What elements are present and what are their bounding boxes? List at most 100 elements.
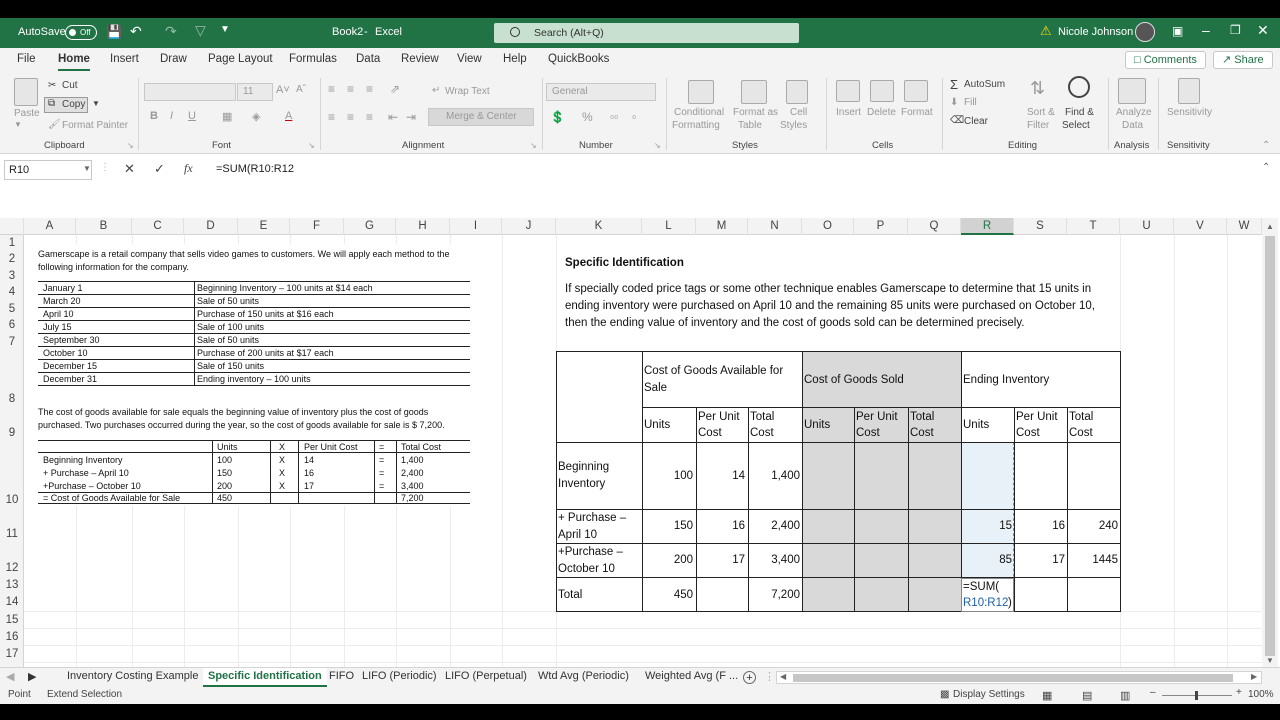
name-box-dropdown-icon[interactable]: ▼: [83, 164, 91, 173]
column-t[interactable]: T: [1067, 218, 1120, 235]
value-cell[interactable]: 200: [642, 552, 693, 568]
row-12[interactable]: 12: [0, 562, 24, 574]
delete-cells-label[interactable]: Delete: [867, 107, 896, 118]
font-size-dropdown[interactable]: 11: [237, 83, 273, 101]
zoom-in-icon[interactable]: +: [1236, 687, 1242, 698]
search-box[interactable]: Search (Alt+Q): [494, 23, 799, 43]
column-j[interactable]: J: [502, 218, 556, 235]
sort-filter-label-1[interactable]: Sort &: [1027, 107, 1055, 118]
cond-formatting-label-2[interactable]: Formatting: [672, 120, 720, 131]
insert-cells-icon[interactable]: [836, 80, 860, 102]
redo-icon[interactable]: ↷: [165, 23, 177, 40]
row-11[interactable]: 11: [0, 528, 24, 540]
value-cell[interactable]: 240: [1067, 518, 1118, 534]
value-cell[interactable]: 2,400: [748, 518, 800, 534]
find-select-icon[interactable]: [1068, 76, 1090, 98]
number-format-dropdown[interactable]: General: [546, 83, 656, 101]
row-1[interactable]: 1: [0, 237, 24, 249]
value-cell[interactable]: 450: [642, 587, 693, 603]
font-name-dropdown[interactable]: [144, 83, 236, 101]
analyze-data-icon[interactable]: [1118, 78, 1146, 104]
paste-dropdown-icon[interactable]: ▼: [14, 120, 22, 129]
percent-icon[interactable]: %: [582, 110, 593, 124]
bold-icon[interactable]: B: [150, 110, 158, 122]
tab-help[interactable]: Help: [503, 53, 527, 65]
row-8[interactable]: 8: [0, 393, 24, 405]
value-cell[interactable]: 3,400: [748, 552, 800, 568]
insert-cells-label[interactable]: Insert: [836, 107, 861, 118]
warning-icon[interactable]: ⚠: [1040, 23, 1052, 39]
row-3[interactable]: 3: [0, 270, 24, 282]
clipboard-launcher-icon[interactable]: ↘: [127, 141, 134, 150]
scroll-up-icon[interactable]: ▲: [1266, 222, 1274, 231]
ribbon-display-icon[interactable]: ▣: [1172, 24, 1183, 38]
tab-insert[interactable]: Insert: [110, 53, 139, 65]
analyze-data-label-2[interactable]: Data: [1122, 120, 1143, 131]
zoom-slider-thumb[interactable]: [1195, 691, 1198, 700]
sort-filter-icon[interactable]: ⇅: [1030, 78, 1045, 99]
font-color-icon[interactable]: A: [285, 110, 292, 122]
tab-home[interactable]: Home: [58, 53, 90, 71]
value-cell[interactable]: 7,200: [748, 587, 800, 603]
format-cells-label[interactable]: Format: [901, 107, 933, 118]
find-select-label-1[interactable]: Find &: [1065, 107, 1094, 118]
align-right-icon[interactable]: ≡: [366, 110, 373, 124]
tab-draw[interactable]: Draw: [160, 53, 187, 65]
column-f[interactable]: F: [290, 218, 344, 235]
collapse-ribbon-icon[interactable]: ⌃: [1262, 140, 1270, 151]
find-select-label-2[interactable]: Select: [1062, 120, 1090, 131]
decrease-decimal-icon[interactable]: ₀: [632, 110, 636, 121]
cell-styles-label-1[interactable]: Cell: [790, 107, 807, 118]
vertical-scrollbar[interactable]: ▲ ▼: [1262, 218, 1278, 668]
scroll-thumb[interactable]: [1265, 236, 1275, 656]
column-h[interactable]: H: [396, 218, 450, 235]
accounting-format-icon[interactable]: 💲: [550, 110, 565, 124]
sort-filter-label-2[interactable]: Filter: [1027, 120, 1049, 131]
column-c[interactable]: C: [132, 218, 184, 235]
format-table-label-1[interactable]: Format as: [733, 107, 778, 118]
sheet-tab-fifo[interactable]: FIFO: [329, 670, 354, 682]
tab-scroll-left-icon[interactable]: ◀: [6, 670, 14, 683]
format-painter-icon[interactable]: 🖌: [48, 119, 61, 130]
tab-scroll-right-icon[interactable]: ▶: [28, 670, 36, 683]
autosave-toggle[interactable]: Off: [65, 25, 97, 40]
alignment-launcher-icon[interactable]: ↘: [530, 141, 537, 150]
formula-input[interactable]: =SUM(R10:R12: [208, 160, 1258, 180]
cond-formatting-label-1[interactable]: Conditional: [674, 107, 724, 118]
increase-indent-icon[interactable]: ⇥: [406, 110, 416, 124]
increase-font-icon[interactable]: A˅: [276, 84, 290, 96]
row-10[interactable]: 10: [0, 494, 24, 506]
sheet-tab-inventory-costing[interactable]: Inventory Costing Example: [67, 670, 198, 682]
format-table-label-2[interactable]: Table: [738, 120, 762, 131]
sensitivity-button-label[interactable]: Sensitivity: [1167, 107, 1212, 118]
conditional-formatting-icon[interactable]: [688, 80, 714, 104]
value-cell[interactable]: 85: [961, 552, 1012, 568]
merge-center-button[interactable]: Merge & Center: [428, 108, 534, 126]
increase-decimal-icon[interactable]: ₀₀: [610, 110, 618, 121]
tab-page-layout[interactable]: Page Layout: [208, 53, 273, 65]
align-left-icon[interactable]: ≡: [328, 110, 335, 124]
clear-icon[interactable]: ⌫: [950, 115, 964, 126]
scroll-left-icon[interactable]: ◀: [780, 672, 786, 681]
expand-formula-icon[interactable]: ⌃: [1262, 162, 1270, 173]
sheet-tab-wtd-avg-periodic[interactable]: Wtd Avg (Periodic): [538, 670, 629, 682]
restore-icon[interactable]: ❐: [1230, 23, 1241, 37]
value-cell[interactable]: 150: [642, 518, 693, 534]
zoom-level[interactable]: 100%: [1248, 689, 1274, 700]
middle-align-icon[interactable]: ≡: [347, 82, 354, 96]
column-r[interactable]: R: [961, 218, 1014, 235]
delete-cells-icon[interactable]: [870, 80, 894, 102]
column-u[interactable]: U: [1120, 218, 1174, 235]
column-v[interactable]: V: [1174, 218, 1227, 235]
underline-icon[interactable]: U: [188, 110, 196, 122]
align-center-icon[interactable]: ≡: [347, 110, 354, 124]
horizontal-scrollbar[interactable]: ◀ ▶: [776, 671, 1262, 684]
avatar[interactable]: [1135, 22, 1155, 42]
row-16[interactable]: 16: [0, 631, 24, 643]
fill-label[interactable]: Fill: [964, 97, 977, 108]
normal-view-icon[interactable]: ▦: [1042, 689, 1052, 702]
display-settings-label[interactable]: Display Settings: [953, 689, 1025, 700]
column-q[interactable]: Q: [908, 218, 961, 235]
column-d[interactable]: D: [184, 218, 238, 235]
cut-icon[interactable]: ✂: [48, 80, 56, 91]
